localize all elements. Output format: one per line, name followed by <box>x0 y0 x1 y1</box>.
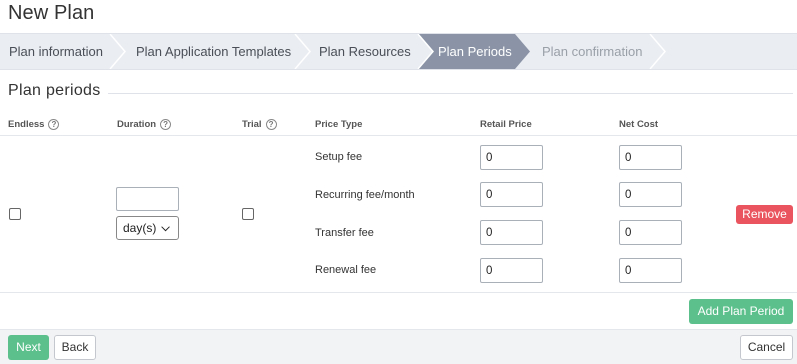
duration-input[interactable] <box>116 187 179 211</box>
header-net-cost: Net Cost <box>619 119 659 130</box>
header-trial: Trial ? <box>242 119 277 130</box>
table-header-divider <box>0 135 797 136</box>
section-divider <box>108 93 793 94</box>
page-title: New Plan <box>8 2 95 24</box>
price-type-renewal-fee: Renewal fee <box>315 264 377 276</box>
net-cost-recurring-fee[interactable] <box>619 182 682 207</box>
chevron-down-icon: ⌵ <box>161 221 170 234</box>
duration-unit-value: day(s) <box>123 221 157 235</box>
wizard-step-plan-information[interactable]: Plan information <box>9 34 103 69</box>
retail-price-renewal-fee[interactable] <box>480 258 543 283</box>
price-type-transfer-fee: Transfer fee <box>315 227 374 239</box>
question-circle-icon[interactable]: ? <box>48 119 60 130</box>
trial-checkbox[interactable] <box>242 208 254 220</box>
wizard-separator <box>294 34 311 69</box>
header-duration: Duration ? <box>117 119 172 130</box>
question-circle-icon[interactable]: ? <box>160 119 172 130</box>
cancel-button[interactable]: Cancel <box>740 335 793 360</box>
back-button[interactable]: Back <box>54 335 96 360</box>
wizard-steps: Plan information Plan Application Templa… <box>0 33 797 70</box>
question-circle-icon[interactable]: ? <box>265 119 277 130</box>
retail-price-transfer-fee[interactable] <box>480 220 543 245</box>
header-duration-label: Duration <box>117 119 157 130</box>
price-type-setup-fee: Setup fee <box>315 151 363 163</box>
next-button[interactable]: Next <box>8 335 49 360</box>
add-plan-period-button[interactable]: Add Plan Period <box>689 299 793 324</box>
header-price-type: Price Type <box>315 119 363 130</box>
wizard-step-plan-resources[interactable]: Plan Resources <box>319 34 411 69</box>
net-cost-setup-fee[interactable] <box>619 145 682 170</box>
footer-bar <box>0 329 797 364</box>
wizard-separator <box>649 34 666 69</box>
wizard-step-plan-periods[interactable]: Plan Periods <box>438 34 512 69</box>
retail-price-setup-fee[interactable] <box>480 145 543 170</box>
header-endless-label: Endless <box>8 119 45 130</box>
net-cost-transfer-fee[interactable] <box>619 220 682 245</box>
wizard-step-plan-application-templates[interactable]: Plan Application Templates <box>136 34 291 69</box>
table-bottom-divider <box>0 292 797 293</box>
header-endless: Endless ? <box>8 119 60 130</box>
endless-checkbox[interactable] <box>9 208 21 220</box>
price-type-recurring-fee: Recurring fee/month <box>315 189 415 201</box>
wizard-step-plan-confirmation: Plan confirmation <box>542 44 643 59</box>
net-cost-renewal-fee[interactable] <box>619 258 682 283</box>
section-title: Plan periods <box>8 82 101 99</box>
remove-period-button[interactable]: Remove <box>736 205 793 224</box>
retail-price-recurring-fee[interactable] <box>480 182 543 207</box>
header-retail-price: Retail Price <box>480 119 532 130</box>
header-trial-label: Trial <box>242 119 262 130</box>
wizard-separator <box>109 34 126 69</box>
duration-unit-select[interactable]: day(s) ⌵ <box>116 216 179 240</box>
